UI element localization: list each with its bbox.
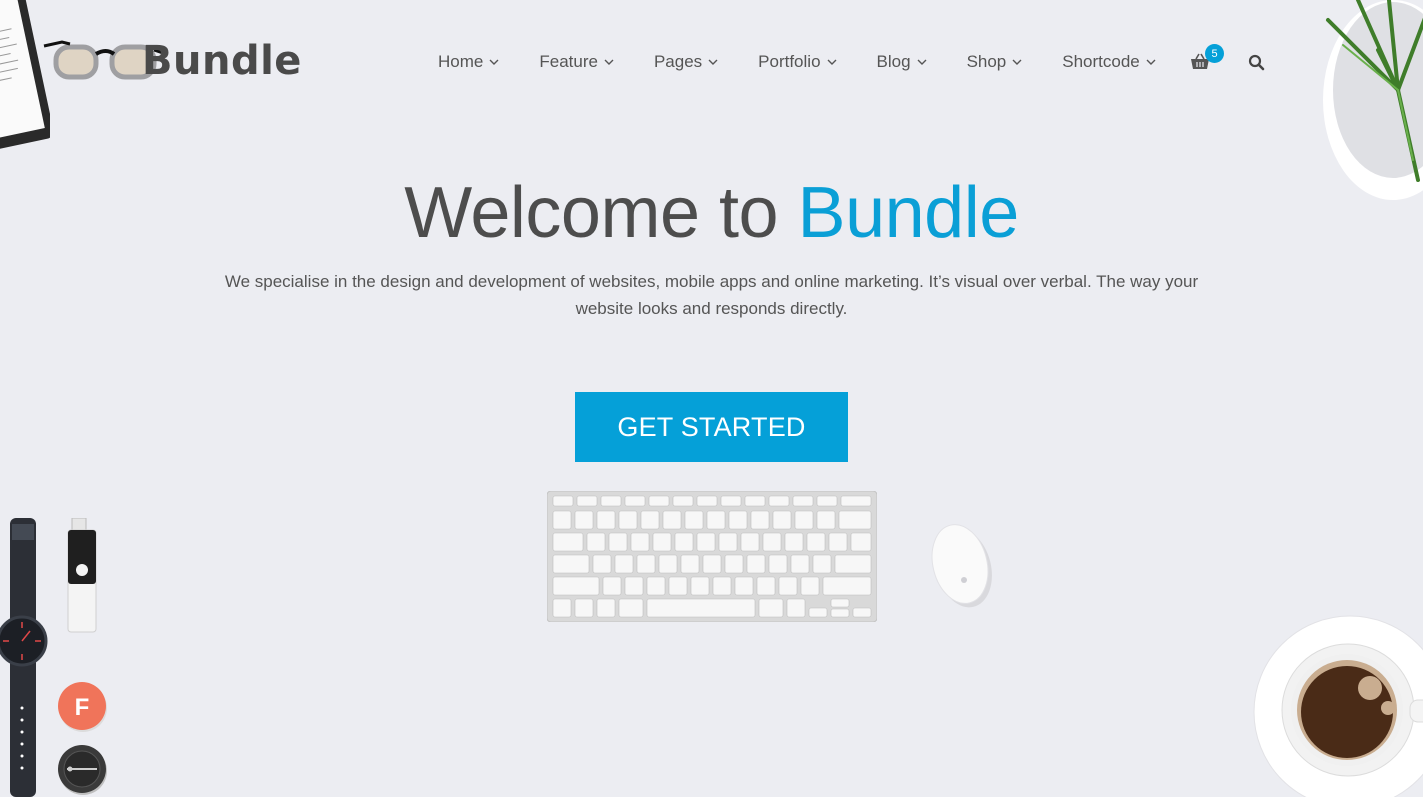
hero-title: Welcome to Bundle [0,172,1423,254]
usb-stick-image [67,518,97,633]
chevron-down-icon [917,59,927,65]
chevron-down-icon [1146,59,1156,65]
plant-image [1323,0,1423,200]
watch-image [0,518,48,797]
f-badge-image: F [57,681,109,733]
brand-name: Bundle [142,38,302,84]
nav-item-label: Pages [653,52,703,71]
dark-button-badge-image [58,745,107,795]
chevron-down-icon [489,59,499,65]
nav-item-home[interactable]: Home [438,52,499,72]
mouse-image [931,524,992,608]
hero-description: We specialise in the design and developm… [224,272,1199,318]
nav-item-label: Shortcode [1062,52,1140,71]
chevron-down-icon [708,59,718,65]
search-icon [1248,54,1265,71]
nav-item-portfolio[interactable]: Portfolio [758,52,837,72]
hero-title-prefix: Welcome to [404,173,798,253]
chevron-down-icon [827,59,837,65]
badge-letter: F [75,694,90,721]
nav-item-label: Feature [539,52,598,71]
nav-item-shop[interactable]: Shop [967,52,1023,72]
nav-item-feature[interactable]: Feature [539,52,614,72]
tablet-image [0,0,50,150]
nav-item-shortcode[interactable]: Shortcode [1062,52,1156,72]
hero-title-accent: Bundle [797,173,1020,253]
brand-logo[interactable]: Bundle [42,30,302,90]
get-started-button[interactable]: GET STARTED [575,392,848,462]
nav-item-label: Portfolio [758,52,821,71]
nav-item-label: Blog [876,52,911,71]
coffee-cup-image [1253,615,1423,797]
keyboard-image [547,491,877,622]
main-nav: Home Feature Pages Portfolio Blog Shop S… [438,50,1156,74]
cart-count-badge: 5 [1205,44,1224,63]
nav-item-blog[interactable]: Blog [877,52,927,72]
cart-button[interactable]: 5 [1190,44,1224,74]
nav-item-label: Shop [966,52,1007,71]
nav-item-pages[interactable]: Pages [654,52,718,72]
chevron-down-icon [1012,59,1022,65]
search-button[interactable] [1248,54,1265,71]
chevron-down-icon [604,59,614,65]
nav-item-label: Home [438,52,484,71]
